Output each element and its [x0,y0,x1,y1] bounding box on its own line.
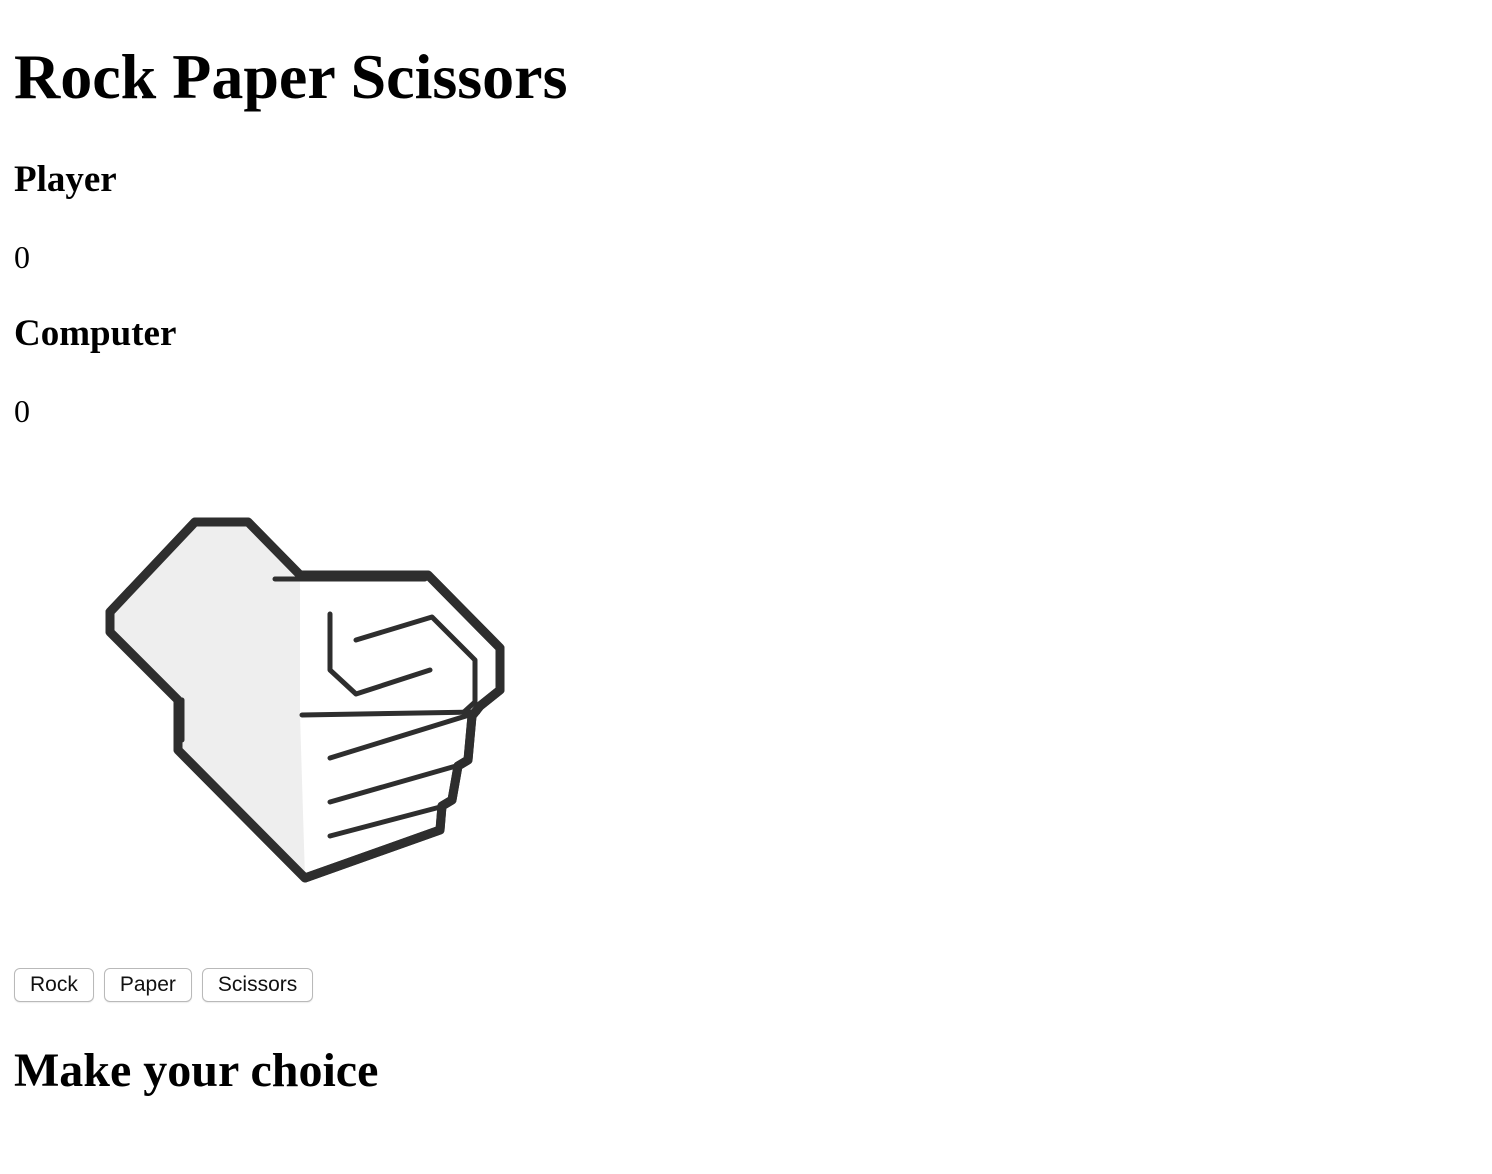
player-score: 0 [14,239,30,275]
scissors-button[interactable]: Scissors [201,968,314,1002]
paper-button[interactable]: Paper [103,968,192,1002]
player-label: Player [14,159,117,200]
computer-label: Computer [14,313,177,354]
computer-rock-fist-icon [676,510,1086,890]
player-rock-fist-icon [105,517,505,883]
choice-buttons: Rock Paper Scissors [14,968,314,1002]
rock-button[interactable]: Rock [14,968,94,1002]
result-message: Make your choice [14,1044,379,1097]
page-title: Rock Paper Scissors [14,41,568,112]
computer-score: 0 [14,393,30,429]
